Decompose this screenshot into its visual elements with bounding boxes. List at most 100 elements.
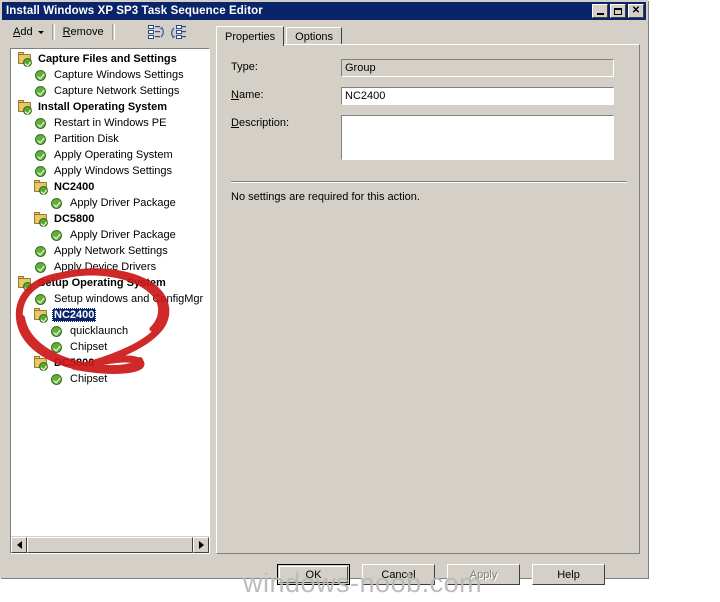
tree-node[interactable]: DC5800 bbox=[11, 211, 209, 227]
name-input[interactable]: NC2400 bbox=[341, 87, 614, 105]
window-title: Install Windows XP SP3 Task Sequence Edi… bbox=[6, 5, 263, 17]
tree-node-label: Apply Network Settings bbox=[54, 245, 168, 257]
tree-node-label: DC5800 bbox=[54, 357, 95, 369]
green-check-icon bbox=[49, 372, 65, 387]
arrow-right-icon bbox=[198, 541, 204, 549]
tree-node[interactable]: Apply Device Drivers bbox=[11, 259, 209, 275]
green-check-icon bbox=[33, 292, 49, 307]
folder-check-icon bbox=[33, 211, 49, 227]
scrollbar-thumb[interactable] bbox=[27, 537, 193, 553]
minimize-icon bbox=[596, 12, 604, 15]
tree-node[interactable]: Apply Operating System bbox=[11, 147, 209, 163]
tree-node[interactable]: Chipset bbox=[11, 371, 209, 387]
tree-node-label: NC2400 bbox=[54, 181, 95, 193]
tree-node[interactable]: Partition Disk bbox=[11, 131, 209, 147]
description-row: Description: bbox=[231, 115, 614, 160]
tree-node[interactable]: Apply Driver Package bbox=[11, 227, 209, 243]
folder-check-icon bbox=[33, 179, 49, 195]
tree-node-label: Install Operating System bbox=[38, 101, 167, 113]
tab-properties[interactable]: Properties bbox=[216, 26, 285, 46]
tree-node[interactable]: Apply Driver Package bbox=[11, 195, 209, 211]
folder-check-icon bbox=[17, 275, 33, 291]
remove-button-label: Remove bbox=[62, 26, 104, 38]
close-button[interactable]: ✕ bbox=[628, 4, 644, 18]
task-sequence-editor-window: Install Windows XP SP3 Task Sequence Edi… bbox=[0, 0, 648, 585]
tree-node-label: NC2400 bbox=[52, 308, 97, 322]
title-bar[interactable]: Install Windows XP SP3 Task Sequence Edi… bbox=[2, 2, 646, 20]
tree-node[interactable]: Apply Windows Settings bbox=[11, 163, 209, 179]
tree-node-label: Capture Files and Settings bbox=[38, 53, 177, 65]
green-check-icon bbox=[33, 260, 49, 275]
tree-node[interactable]: quicklaunch bbox=[11, 323, 209, 339]
maximize-icon bbox=[614, 7, 622, 15]
tree-node-label: Apply Device Drivers bbox=[54, 261, 157, 273]
task-sequence-tree-panel[interactable]: Capture Files and Settings Capture Window… bbox=[10, 48, 210, 554]
type-label: Type: bbox=[231, 61, 258, 73]
maximize-button[interactable] bbox=[610, 4, 626, 18]
green-check-icon bbox=[33, 244, 49, 259]
green-check-icon bbox=[33, 164, 49, 179]
tree-node-label: Chipset bbox=[70, 373, 108, 385]
task-sequence-tree[interactable]: Capture Files and Settings Capture Window… bbox=[11, 49, 209, 537]
description-input[interactable] bbox=[341, 115, 614, 160]
folder-check-icon bbox=[17, 51, 33, 67]
close-icon: ✕ bbox=[631, 5, 641, 16]
tab-label: Properties bbox=[225, 30, 276, 43]
tree-node[interactable]: Restart in Windows PE bbox=[11, 115, 209, 131]
tree-node-label: Apply Operating System bbox=[54, 149, 173, 161]
tree-node[interactable]: Capture Files and Settings bbox=[11, 51, 209, 67]
tree-node-label: Restart in Windows PE bbox=[54, 117, 167, 129]
tree-horizontal-scrollbar[interactable] bbox=[11, 536, 209, 553]
tree-node-label: Apply Driver Package bbox=[70, 197, 176, 209]
name-row: Name: NC2400 bbox=[231, 87, 614, 105]
remove-button[interactable]: Remove bbox=[58, 23, 109, 41]
tree-node[interactable]: NC2400 bbox=[11, 307, 209, 323]
tab-label: Options bbox=[295, 30, 334, 43]
folder-check-icon bbox=[17, 99, 33, 115]
folder-check-icon bbox=[33, 307, 49, 323]
tree-node-label: Apply Driver Package bbox=[70, 229, 176, 241]
folder-check-icon bbox=[33, 355, 49, 371]
green-check-icon bbox=[33, 68, 49, 83]
scroll-left-arrow[interactable] bbox=[11, 537, 27, 553]
tree-node-label: Chipset bbox=[70, 341, 108, 353]
tree-node[interactable]: NC2400 bbox=[11, 179, 209, 195]
toolbar-separator-2 bbox=[111, 24, 115, 40]
green-check-icon bbox=[49, 196, 65, 211]
tab-strip[interactable]: Properties Options bbox=[216, 26, 640, 46]
tree-node[interactable]: Apply Network Settings bbox=[11, 243, 209, 259]
section-divider bbox=[231, 181, 627, 183]
green-check-icon bbox=[49, 340, 65, 355]
minimize-button[interactable] bbox=[592, 4, 608, 18]
help-button[interactable]: Help bbox=[532, 564, 605, 585]
button-label: Help bbox=[557, 568, 580, 581]
no-settings-note: No settings are required for this action… bbox=[231, 191, 420, 203]
scroll-right-arrow[interactable] bbox=[193, 537, 209, 553]
tree-node[interactable]: Install Operating System bbox=[11, 99, 209, 115]
green-check-icon bbox=[33, 84, 49, 99]
tree-node-label: Setup Operating System bbox=[38, 277, 166, 289]
tab-options[interactable]: Options bbox=[286, 27, 343, 45]
toolbar-separator-1 bbox=[51, 24, 55, 40]
green-check-icon bbox=[33, 116, 49, 131]
type-row: Type: Group bbox=[231, 59, 614, 77]
name-label: Name: bbox=[231, 89, 264, 101]
move-down-icon bbox=[171, 24, 187, 39]
tree-node[interactable]: DC5800 bbox=[11, 355, 209, 371]
tree-node[interactable]: Setup windows and ConfigMgr bbox=[11, 291, 209, 307]
green-check-icon bbox=[33, 132, 49, 147]
add-button[interactable]: Add bbox=[8, 23, 49, 41]
site-watermark: windows-noob.com bbox=[243, 568, 483, 598]
tree-node[interactable]: Capture Network Settings bbox=[11, 83, 209, 99]
move-up-button[interactable] bbox=[146, 23, 168, 41]
green-check-icon bbox=[49, 324, 65, 339]
tree-node-label: Setup windows and ConfigMgr bbox=[54, 293, 204, 305]
move-down-button[interactable] bbox=[168, 23, 190, 41]
tree-node[interactable]: Chipset bbox=[11, 339, 209, 355]
tree-node-label: Capture Network Settings bbox=[54, 85, 180, 97]
tree-node[interactable]: Setup Operating System bbox=[11, 275, 209, 291]
green-check-icon bbox=[33, 148, 49, 163]
tree-node[interactable]: Capture Windows Settings bbox=[11, 67, 209, 83]
tree-node-label: DC5800 bbox=[54, 213, 95, 225]
window-controls: ✕ bbox=[592, 4, 644, 18]
